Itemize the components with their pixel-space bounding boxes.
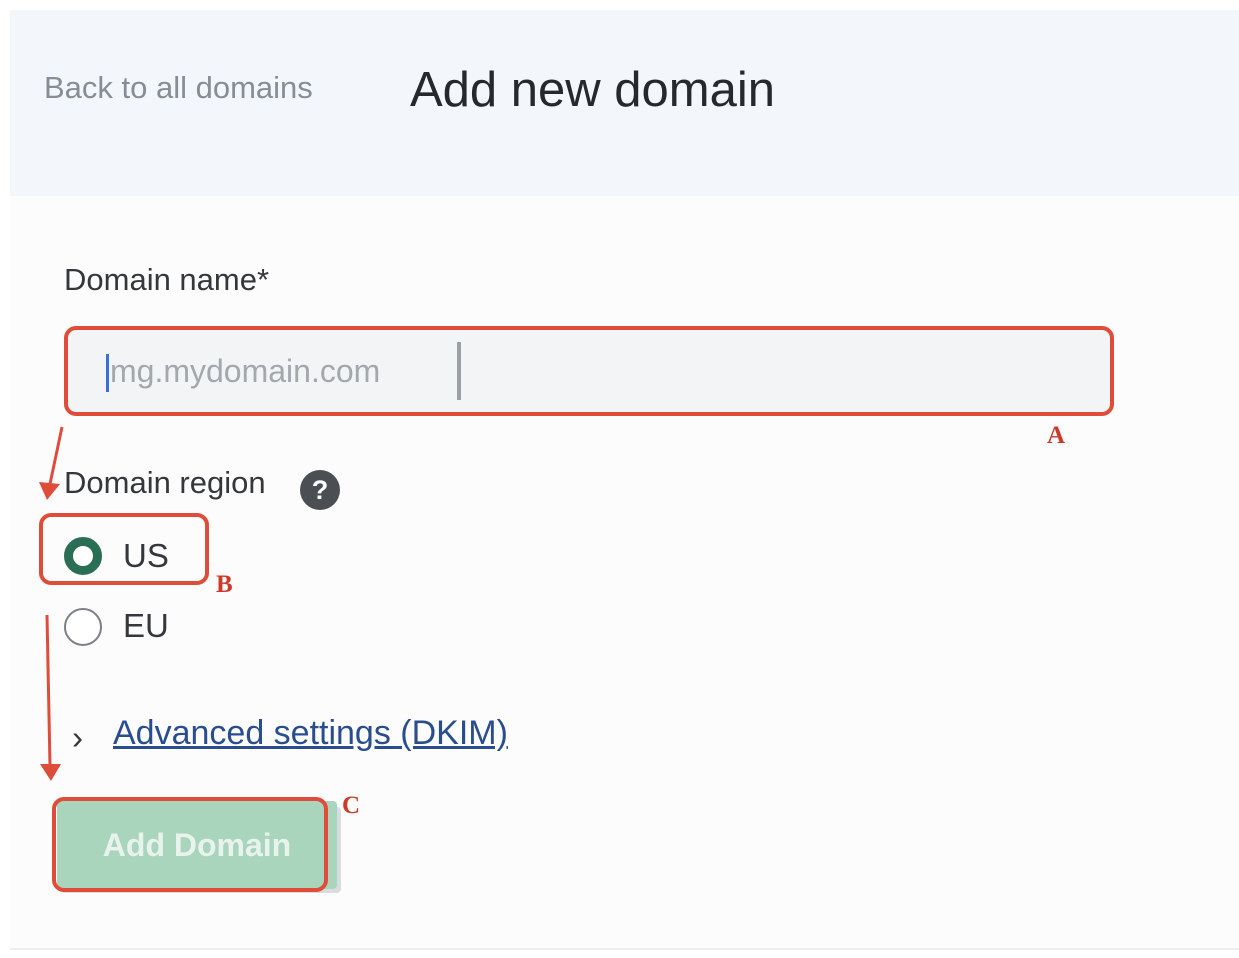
region-eu-radio[interactable] xyxy=(64,608,102,646)
domain-name-input[interactable] xyxy=(66,328,1112,414)
help-icon[interactable]: ? xyxy=(300,470,340,510)
input-divider xyxy=(457,342,461,400)
divider xyxy=(10,948,1239,950)
region-eu-label[interactable]: EU xyxy=(123,607,169,645)
annotation-label-a: A xyxy=(1047,422,1066,449)
domain-name-label: Domain name* xyxy=(64,262,270,297)
region-us-label[interactable]: US xyxy=(123,537,169,575)
page-title: Add new domain xyxy=(410,63,776,117)
text-caret xyxy=(106,354,109,392)
back-to-domains-link[interactable]: Back to all domains xyxy=(44,70,313,106)
annotation-label-b: B xyxy=(216,571,233,598)
domain-name-field xyxy=(66,328,1112,414)
page-header: Back to all domains Add new domain xyxy=(10,10,1239,196)
advanced-settings-link[interactable]: Advanced settings (DKIM) xyxy=(113,714,508,753)
domain-region-label: Domain region xyxy=(64,465,266,500)
region-us-radio[interactable] xyxy=(64,537,102,575)
annotation-label-c: C xyxy=(342,792,361,819)
add-domain-button[interactable]: Add Domain xyxy=(57,801,337,889)
chevron-right-icon[interactable]: › xyxy=(72,719,83,757)
page: Back to all domains Add new domain Domai… xyxy=(0,0,1239,958)
